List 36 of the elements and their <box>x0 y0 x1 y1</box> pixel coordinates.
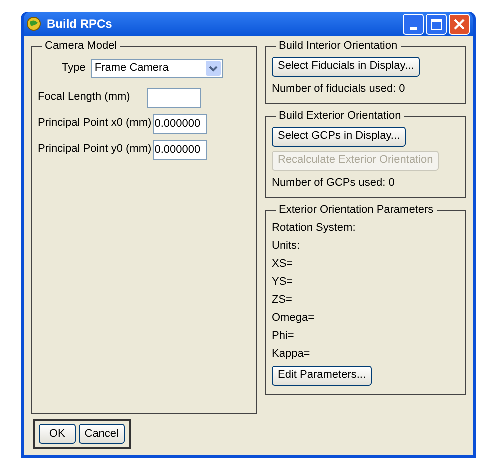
group-title: Camera Model <box>44 39 118 54</box>
parameter-label: Phi= <box>272 328 296 344</box>
field-label: Principal Point y0 (mm) <box>38 142 152 158</box>
field-label: Type <box>62 60 86 76</box>
type-dropdown[interactable]: Frame Camera <box>90 58 223 78</box>
close-button[interactable] <box>449 14 470 34</box>
group-title: Build Exterior Orientation <box>278 109 402 124</box>
edit-parameters-button[interactable]: Edit Parameters... <box>272 366 372 386</box>
status-text: Number of fiducials used: 0 <box>272 82 406 96</box>
maximize-button[interactable] <box>426 14 447 34</box>
parameter-label: YS= <box>272 274 294 290</box>
number-field[interactable] <box>147 88 201 108</box>
ok-button[interactable]: OK <box>39 424 76 444</box>
number-field[interactable]: 0.000000 <box>152 140 207 160</box>
chevron-icon <box>206 60 221 76</box>
parameter-label: Omega= <box>272 310 316 326</box>
parameter-label: ZS= <box>272 292 294 308</box>
maximize-icon <box>431 18 442 30</box>
number-field[interactable]: 0.000000 <box>152 114 207 134</box>
parameter-label: XS= <box>272 256 294 272</box>
select-fiducials-button[interactable]: Select Fiducials in Display... <box>272 56 420 76</box>
close-icon <box>454 18 465 30</box>
field-label: Focal Length (mm) <box>38 90 132 106</box>
parameter-label: Units: <box>272 238 302 254</box>
parameter-label: Rotation System: <box>272 220 357 236</box>
minimize-button[interactable] <box>403 14 424 34</box>
globe-icon <box>27 17 41 31</box>
group-title: Exterior Orientation Parameters <box>278 203 435 218</box>
select-gcps-button[interactable]: Select GCPs in Display... <box>272 126 406 146</box>
cancel-button[interactable]: Cancel <box>78 424 125 444</box>
group-title: Build Interior Orientation <box>278 39 399 54</box>
status-text: Number of GCPs used: 0 <box>272 176 396 190</box>
window-title: Build RPCs <box>47 16 114 33</box>
parameter-label: Kappa= <box>272 346 312 362</box>
field-label: Principal Point x0 (mm) <box>38 116 152 132</box>
minimize-icon <box>410 26 417 30</box>
